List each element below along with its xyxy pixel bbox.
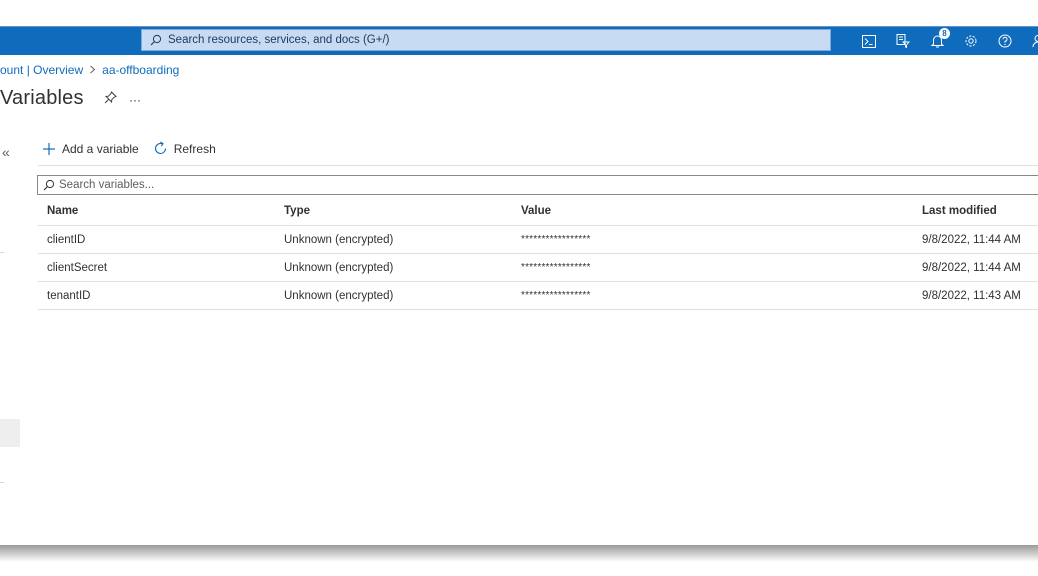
variable-name[interactable]: tenantID xyxy=(47,282,90,309)
column-header-name[interactable]: Name xyxy=(47,197,78,225)
variable-type: Unknown (encrypted) xyxy=(284,261,394,274)
window-bottom-shadow xyxy=(0,545,1038,576)
table-row[interactable]: clientID Unknown (encrypted) ***********… xyxy=(38,226,1038,254)
add-variable-label: Add a variable xyxy=(62,141,139,156)
search-icon xyxy=(43,179,55,191)
variable-last-modified: 9/8/2022, 11:43 AM xyxy=(922,289,1021,302)
collapse-menu-button[interactable]: « xyxy=(2,144,10,160)
variable-name[interactable]: clientSecret xyxy=(47,254,107,281)
cloud-shell-button[interactable] xyxy=(852,27,886,55)
table-header-row: Name Type Value Last modified xyxy=(38,197,1038,226)
pin-icon xyxy=(104,91,117,104)
refresh-button[interactable]: Refresh xyxy=(153,141,216,156)
breadcrumb-link-automation-account[interactable]: aa-offboarding xyxy=(102,63,179,77)
variable-value: ***************** xyxy=(521,234,591,245)
search-variables-input[interactable]: Search variables... xyxy=(37,175,1038,195)
cloud-shell-icon xyxy=(862,34,876,48)
breadcrumb: ount | Overview aa-offboarding xyxy=(0,63,179,77)
column-header-value[interactable]: Value xyxy=(521,197,551,225)
add-icon xyxy=(43,142,55,155)
variables-table: Name Type Value Last modified clientID U… xyxy=(38,197,1038,310)
breadcrumb-separator-icon xyxy=(89,63,96,77)
refresh-icon xyxy=(154,141,166,155)
page-title: Variables xyxy=(0,87,84,109)
search-icon xyxy=(150,34,162,46)
refresh-label: Refresh xyxy=(173,141,216,156)
directory-filter-icon xyxy=(896,34,910,48)
settings-icon xyxy=(965,35,977,47)
notification-count-badge: 8 xyxy=(939,28,950,39)
help-button[interactable] xyxy=(988,27,1022,55)
more-options-button[interactable]: ··· xyxy=(129,93,141,107)
top-bar: Search resources, services, and docs (G+… xyxy=(0,26,1038,55)
sidebar-divider xyxy=(0,252,4,253)
pin-button[interactable] xyxy=(104,91,117,109)
variable-name[interactable]: clientID xyxy=(47,226,85,253)
variable-last-modified: 9/8/2022, 11:44 AM xyxy=(922,261,1021,274)
feedback-icon xyxy=(1032,35,1038,48)
global-search-placeholder: Search resources, services, and docs (G+… xyxy=(168,34,390,46)
column-header-last-modified[interactable]: Last modified xyxy=(922,197,997,225)
notifications-button[interactable]: 8 xyxy=(920,27,954,55)
help-icon xyxy=(998,34,1012,48)
breadcrumb-link-overview[interactable]: ount | Overview xyxy=(0,63,83,77)
command-bar: Add a variable Refresh xyxy=(42,141,230,156)
directory-filter-button[interactable] xyxy=(886,27,920,55)
command-bar-divider xyxy=(38,165,1038,166)
variable-type: Unknown (encrypted) xyxy=(284,289,394,302)
variable-value: ***************** xyxy=(521,290,591,301)
settings-button[interactable] xyxy=(954,27,988,55)
feedback-button[interactable] xyxy=(1022,27,1038,55)
sidebar-item-selected[interactable] xyxy=(0,419,20,447)
variable-value: ***************** xyxy=(521,262,591,273)
variable-last-modified: 9/8/2022, 11:44 AM xyxy=(922,233,1021,246)
table-row[interactable]: tenantID Unknown (encrypted) ***********… xyxy=(38,282,1038,310)
global-search-box[interactable]: Search resources, services, and docs (G+… xyxy=(141,29,831,51)
variable-type: Unknown (encrypted) xyxy=(284,233,394,246)
search-variables-placeholder: Search variables... xyxy=(59,179,155,191)
table-row[interactable]: clientSecret Unknown (encrypted) *******… xyxy=(38,254,1038,282)
column-header-type[interactable]: Type xyxy=(284,197,310,225)
add-variable-button[interactable]: Add a variable xyxy=(42,142,139,156)
sidebar-divider xyxy=(0,482,4,483)
